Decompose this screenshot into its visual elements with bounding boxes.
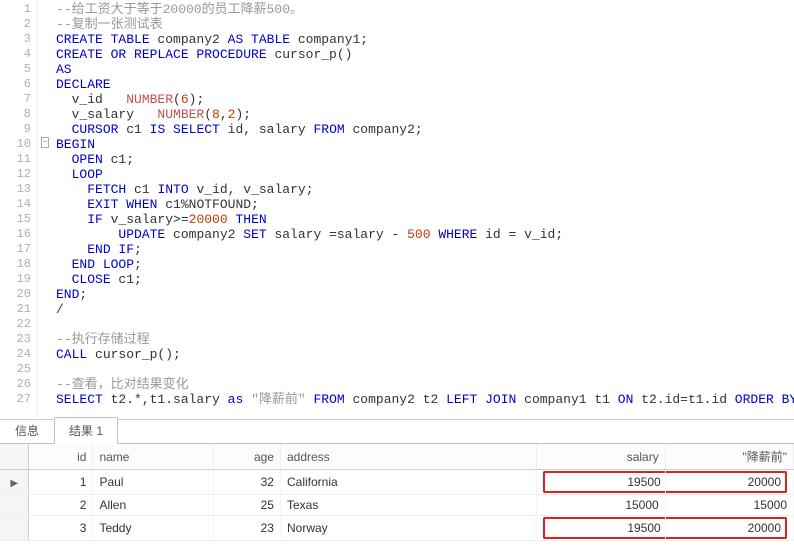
row-selector[interactable]: ▶ xyxy=(0,470,29,495)
code-editor[interactable]: 1234567891011121314151617181920212223242… xyxy=(0,0,794,420)
cell-id[interactable]: 2 xyxy=(29,495,93,516)
table-row[interactable]: 3Teddy23Norway1950020000 xyxy=(0,516,794,541)
col-rowhdr[interactable] xyxy=(0,444,29,470)
cell-name[interactable]: Paul xyxy=(93,470,213,495)
row-selector[interactable] xyxy=(0,495,29,516)
col-id[interactable]: id xyxy=(29,444,93,470)
result-tabs: 信息 结果 1 xyxy=(0,420,794,444)
code-area[interactable]: --给工资大于等于20000的员工降薪500。--复制一张测试表CREATE T… xyxy=(52,0,794,419)
cell-age[interactable]: 32 xyxy=(213,470,280,495)
cell-age[interactable]: 23 xyxy=(213,516,280,541)
col-before[interactable]: "降薪前" xyxy=(665,444,793,470)
col-age[interactable]: age xyxy=(213,444,280,470)
cell-address[interactable]: Texas xyxy=(280,495,536,516)
cell-id[interactable]: 3 xyxy=(29,516,93,541)
tab-results[interactable]: 结果 1 xyxy=(54,417,118,444)
cell-salary[interactable]: 19500 xyxy=(537,516,665,541)
results-grid[interactable]: idnameageaddresssalary"降薪前" ▶1Paul32Cali… xyxy=(0,444,794,541)
col-name[interactable]: name xyxy=(93,444,213,470)
cell-before[interactable]: 15000 xyxy=(665,495,793,516)
cell-name[interactable]: Teddy xyxy=(93,516,213,541)
cell-name[interactable]: Allen xyxy=(93,495,213,516)
cell-address[interactable]: California xyxy=(280,470,536,495)
cell-age[interactable]: 25 xyxy=(213,495,280,516)
col-salary[interactable]: salary xyxy=(537,444,665,470)
fold-toggle[interactable]: − xyxy=(38,137,52,152)
col-address[interactable]: address xyxy=(280,444,536,470)
line-number-gutter: 1234567891011121314151617181920212223242… xyxy=(0,0,38,419)
cell-address[interactable]: Norway xyxy=(280,516,536,541)
table-body: ▶1Paul32California19500200002Allen25Texa… xyxy=(0,470,794,541)
cell-before[interactable]: 20000 xyxy=(665,470,793,495)
cell-salary[interactable]: 19500 xyxy=(537,470,665,495)
tab-info[interactable]: 信息 xyxy=(0,417,54,444)
table-header-row: idnameageaddresssalary"降薪前" xyxy=(0,444,794,470)
cell-salary[interactable]: 15000 xyxy=(537,495,665,516)
cell-before[interactable]: 20000 xyxy=(665,516,793,541)
table-row[interactable]: 2Allen25Texas1500015000 xyxy=(0,495,794,516)
cell-id[interactable]: 1 xyxy=(29,470,93,495)
row-selector[interactable] xyxy=(0,516,29,541)
table-row[interactable]: ▶1Paul32California1950020000 xyxy=(0,470,794,495)
fold-gutter[interactable]: − xyxy=(38,0,52,419)
